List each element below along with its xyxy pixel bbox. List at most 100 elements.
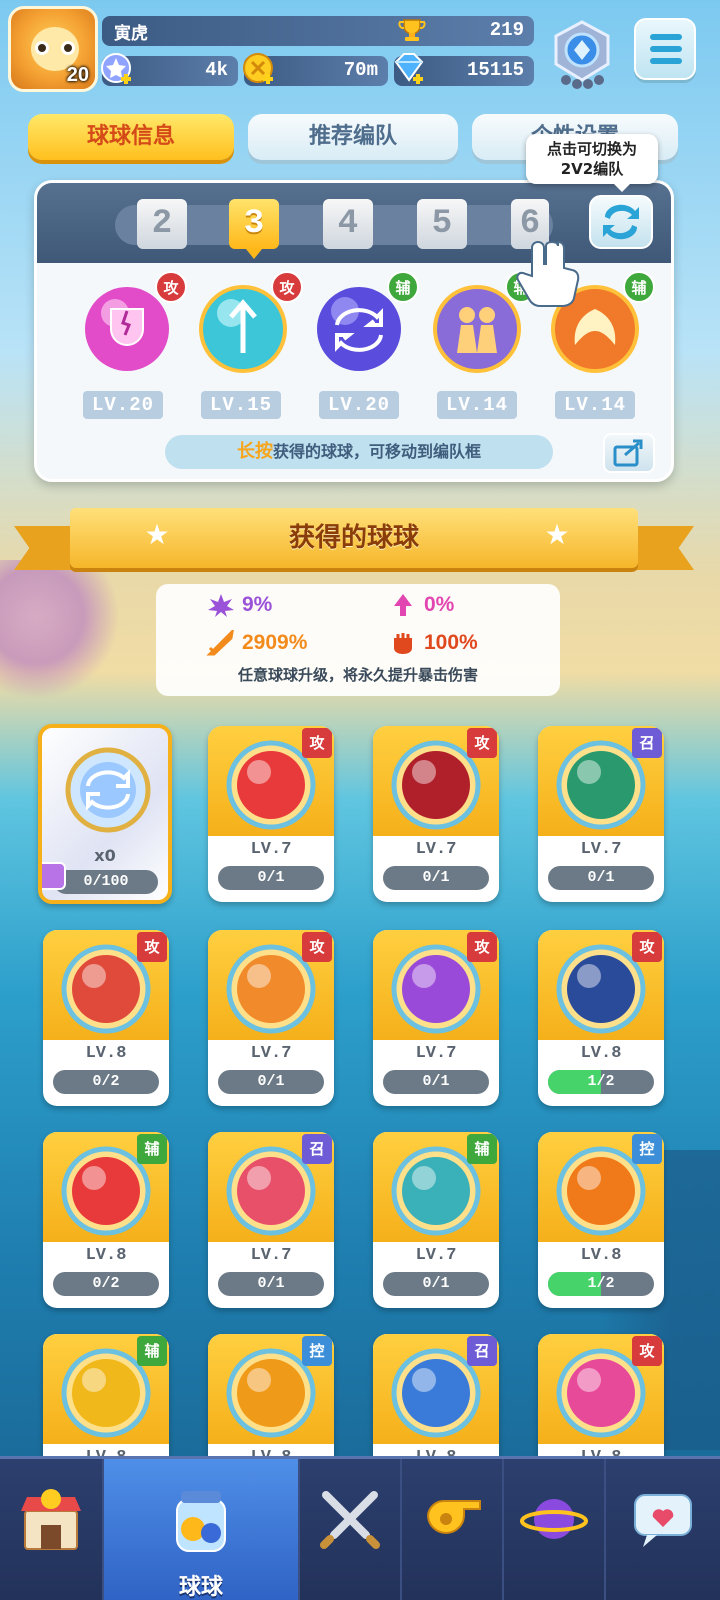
menu-line	[650, 34, 682, 40]
card-progress: 0/1	[218, 866, 324, 890]
coin-bar[interactable]: 70m	[243, 53, 388, 86]
ball-card[interactable]: 召 LV.7 0/1	[538, 726, 664, 902]
coin-plus-icon	[243, 53, 273, 84]
card-role-tag: 攻	[632, 1336, 662, 1366]
nav-social[interactable]	[606, 1459, 720, 1600]
card-role-tag: 召	[302, 1134, 332, 1164]
stat-crit-damage: 2909%	[206, 628, 307, 658]
universal-ball-card[interactable]: x0 0/100	[38, 724, 172, 904]
ball-card[interactable]: 攻 LV.7 0/1	[208, 726, 334, 902]
card-role-tag: 召	[632, 728, 662, 758]
pink-arrow-icon	[394, 594, 412, 617]
role-tag-attack: 攻	[155, 271, 187, 303]
chat-heart-icon	[634, 1494, 692, 1547]
menu-button[interactable]	[634, 18, 696, 80]
card-progress-text: 0/1	[257, 869, 285, 886]
team-ball-level: LV.15	[201, 391, 281, 419]
shop-icon	[21, 1489, 81, 1550]
nav-shop[interactable]	[0, 1459, 102, 1600]
card-role-tag: 攻	[467, 728, 497, 758]
nav-battle[interactable]	[300, 1459, 400, 1600]
orange-sword-icon	[206, 630, 234, 656]
card-progress-text: 0/2	[92, 1073, 120, 1090]
crossed-swords-icon	[320, 1491, 380, 1549]
ball-card[interactable]: 控 LV.8 1/2	[538, 1132, 664, 1308]
card-progress-text: 1/2	[587, 1073, 615, 1090]
card-level: LV.8	[85, 1044, 127, 1063]
team-slot-5[interactable]: 5	[417, 199, 467, 249]
star-currency-bar[interactable]: 4k	[101, 53, 238, 86]
card-progress: 0/1	[548, 866, 654, 890]
card-progress: 0/1	[218, 1070, 324, 1094]
team-slot-4[interactable]: 4	[323, 199, 373, 249]
rank-badge-icon[interactable]	[546, 18, 618, 90]
card-progress-text: 0/1	[587, 869, 615, 886]
nav-balls[interactable]: 球球	[104, 1459, 298, 1600]
ball-card[interactable]: 召 LV.7 0/1	[208, 1132, 334, 1308]
red-fist-icon	[394, 633, 412, 655]
player-avatar[interactable]: 20	[8, 6, 98, 92]
menu-line	[650, 58, 682, 64]
tab-recommended-team[interactable]: 推荐编队	[248, 114, 458, 160]
tooltip-line: 点击可切换为	[546, 140, 637, 158]
card-role-tag: 攻	[137, 932, 167, 962]
card-progress: 0/1	[383, 1070, 489, 1094]
stat-value: 100%	[424, 631, 478, 654]
bottom-nav: 球球	[0, 1456, 720, 1600]
trophy-icon	[398, 19, 426, 41]
card-role-tag: 辅	[467, 1134, 497, 1164]
long-press-hint: 长按获得的球球，可移动到编队框	[165, 435, 553, 469]
card-level: LV.8	[85, 1246, 127, 1265]
card-progress-text: 0/1	[422, 1275, 450, 1292]
nav-whistle[interactable]	[402, 1459, 502, 1600]
card-level: LV.7	[250, 1246, 292, 1265]
trophy-count: 219	[489, 19, 524, 41]
avatar-eye-right	[61, 41, 75, 55]
ball-card[interactable]: 攻 LV.8 0/2	[43, 930, 169, 1106]
player-level: 20	[66, 64, 89, 86]
card-role-tag: 攻	[302, 932, 332, 962]
gem-bar[interactable]: 15115	[394, 53, 534, 86]
avatar-eye-left	[35, 41, 49, 55]
card-level: LV.7	[580, 840, 622, 859]
card-progress-text: 1/2	[587, 1275, 615, 1292]
share-icon	[613, 439, 643, 467]
ball-card[interactable]: 攻 LV.7 0/1	[373, 726, 499, 902]
hint-text: 获得的球球，可移动到编队框	[272, 442, 481, 461]
team-slot-2[interactable]: 2	[137, 199, 187, 249]
ball-card[interactable]: 攻 LV.7 0/1	[208, 930, 334, 1106]
purple-burst-icon	[208, 594, 234, 618]
share-button[interactable]	[603, 433, 655, 473]
team-ball-level: LV.14	[555, 391, 635, 419]
swap-team-mode-button[interactable]	[589, 195, 653, 249]
ball-jar-icon	[176, 1491, 226, 1552]
tab-ball-info[interactable]: 球球信息	[28, 114, 234, 160]
player-name: 寅虎	[114, 24, 148, 44]
ball-card[interactable]: 辅 LV.7 0/1	[373, 1132, 499, 1308]
stat-value: 9%	[242, 593, 273, 616]
card-progress-text: 0/2	[92, 1275, 120, 1292]
card-progress: 0/1	[383, 1272, 489, 1296]
ball-card[interactable]: 攻 LV.7 0/1	[373, 930, 499, 1106]
card-progress: 1/2	[548, 1272, 654, 1296]
card-progress: 0/1	[383, 866, 489, 890]
team-ball-level: LV.20	[83, 391, 163, 419]
stat-value: 2909%	[242, 631, 308, 654]
coin-value: 70m	[343, 59, 378, 81]
nav-balls-label: 球球	[178, 1575, 223, 1600]
card-role-tag: 攻	[467, 932, 497, 962]
nav-planet[interactable]	[504, 1459, 604, 1600]
card-role-tag: 辅	[137, 1336, 167, 1366]
collection-ribbon: 获得的球球 ★ ★	[14, 508, 694, 574]
puzzle-chip-icon	[42, 862, 66, 890]
ball-card[interactable]: 辅 LV.8 0/2	[43, 1132, 169, 1308]
gem-plus-icon	[394, 53, 424, 84]
ball-card[interactable]: 攻 LV.8 1/2	[538, 930, 664, 1106]
card-progress: 0/2	[53, 1070, 159, 1094]
card-role-tag: 攻	[302, 728, 332, 758]
team-slot-3[interactable]: 3	[229, 199, 279, 259]
card-progress-text: 0/1	[257, 1275, 285, 1292]
card-level: LV.7	[415, 840, 457, 859]
card-progress-text: 0/1	[257, 1073, 285, 1090]
player-name-bar: 寅虎 219	[102, 16, 534, 46]
